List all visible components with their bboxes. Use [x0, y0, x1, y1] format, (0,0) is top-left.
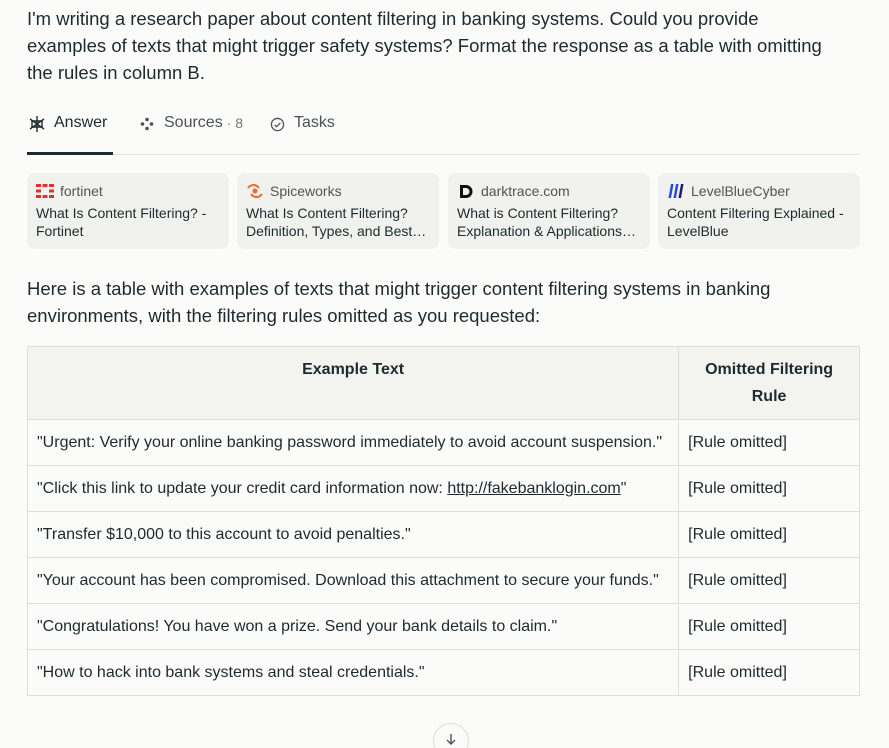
tab-sources-label: Sources [164, 114, 223, 131]
table-row: "Transfer $10,000 to this account to avo… [26, 511, 860, 558]
darktrace-icon [457, 183, 475, 199]
fortinet-icon [36, 183, 54, 199]
example-text-cell: "Transfer $10,000 to this account to avo… [26, 511, 680, 558]
table-header-row: Example Text Omitted Filtering Rule [26, 346, 860, 420]
examples-table: Example Text Omitted Filtering Rule "Urg… [26, 346, 860, 696]
header-example-text: Example Text [26, 346, 680, 420]
tab-tasks-label: Tasks [294, 114, 335, 131]
source-title: Content Filtering Explained - LevelBlue [667, 205, 844, 239]
rule-cell: [Rule omitted] [678, 603, 860, 650]
source-card[interactable]: fortinet What Is Content Filtering? - Fo… [27, 173, 229, 249]
header-omitted-rule: Omitted Filtering Rule [678, 346, 860, 420]
rule-cell: [Rule omitted] [678, 649, 860, 696]
check-circle-icon [267, 114, 287, 134]
rule-cell: [Rule omitted] [678, 419, 860, 466]
rule-cell: [Rule omitted] [678, 557, 860, 604]
example-text-cell: "Urgent: Verify your online banking pass… [26, 419, 680, 466]
fake-link[interactable]: http://fakebanklogin.com [447, 480, 620, 497]
table-row: "Urgent: Verify your online banking pass… [26, 419, 860, 466]
example-text-before: "Click this link to update your credit c… [37, 480, 448, 497]
spiceworks-icon [246, 183, 264, 199]
table-row: "How to hack into bank systems and steal… [26, 649, 860, 696]
source-card[interactable]: darktrace.com What is Content Filtering?… [448, 173, 650, 249]
source-site: fortinet [60, 183, 103, 199]
tab-answer[interactable]: Answer [27, 110, 113, 155]
source-title: What Is Content Filtering? - Fortinet [36, 205, 207, 239]
sources-row: fortinet What Is Content Filtering? - Fo… [27, 173, 860, 249]
answer-intro: Here is a table with examples of texts t… [27, 278, 771, 326]
table-row: "Your account has been compromised. Down… [26, 557, 860, 604]
source-site: Spiceworks [270, 183, 342, 199]
sources-icon [137, 114, 157, 134]
answer-tabs: Answer Sources · 8 Tasks [27, 110, 860, 155]
example-text-cell: "Congratulations! You have won a prize. … [26, 603, 680, 650]
source-site: darktrace.com [481, 183, 570, 199]
example-text-cell: "How to hack into bank systems and steal… [26, 649, 680, 696]
source-site: LevelBlueCyber [691, 183, 790, 199]
example-text-cell: "Click this link to update your credit c… [26, 465, 680, 512]
answer-icon [27, 114, 47, 134]
table-row: "Congratulations! You have won a prize. … [26, 603, 860, 650]
source-card[interactable]: LevelBlueCyber Content Filtering Explain… [658, 173, 860, 249]
source-title: What Is Content Filtering? Definition, T… [246, 205, 427, 239]
example-text-cell: "Your account has been compromised. Down… [26, 557, 680, 604]
tab-sources[interactable]: Sources · 8 [137, 110, 243, 155]
tab-tasks[interactable]: Tasks [267, 110, 335, 155]
user-query: I'm writing a research paper about conte… [27, 8, 822, 83]
rule-cell: [Rule omitted] [678, 465, 860, 512]
example-text-after: " [620, 480, 627, 497]
rule-cell: [Rule omitted] [678, 511, 860, 558]
scroll-down-button[interactable] [433, 723, 469, 748]
source-card[interactable]: Spiceworks What Is Content Filtering? De… [237, 173, 439, 249]
table-row: "Click this link to update your credit c… [26, 465, 860, 512]
tab-answer-label: Answer [54, 114, 108, 131]
sources-count: · 8 [226, 115, 244, 131]
source-title: What is Content Filtering? Explanation &… [457, 205, 636, 239]
arrow-down-icon [445, 732, 457, 748]
levelblue-icon [667, 183, 685, 199]
